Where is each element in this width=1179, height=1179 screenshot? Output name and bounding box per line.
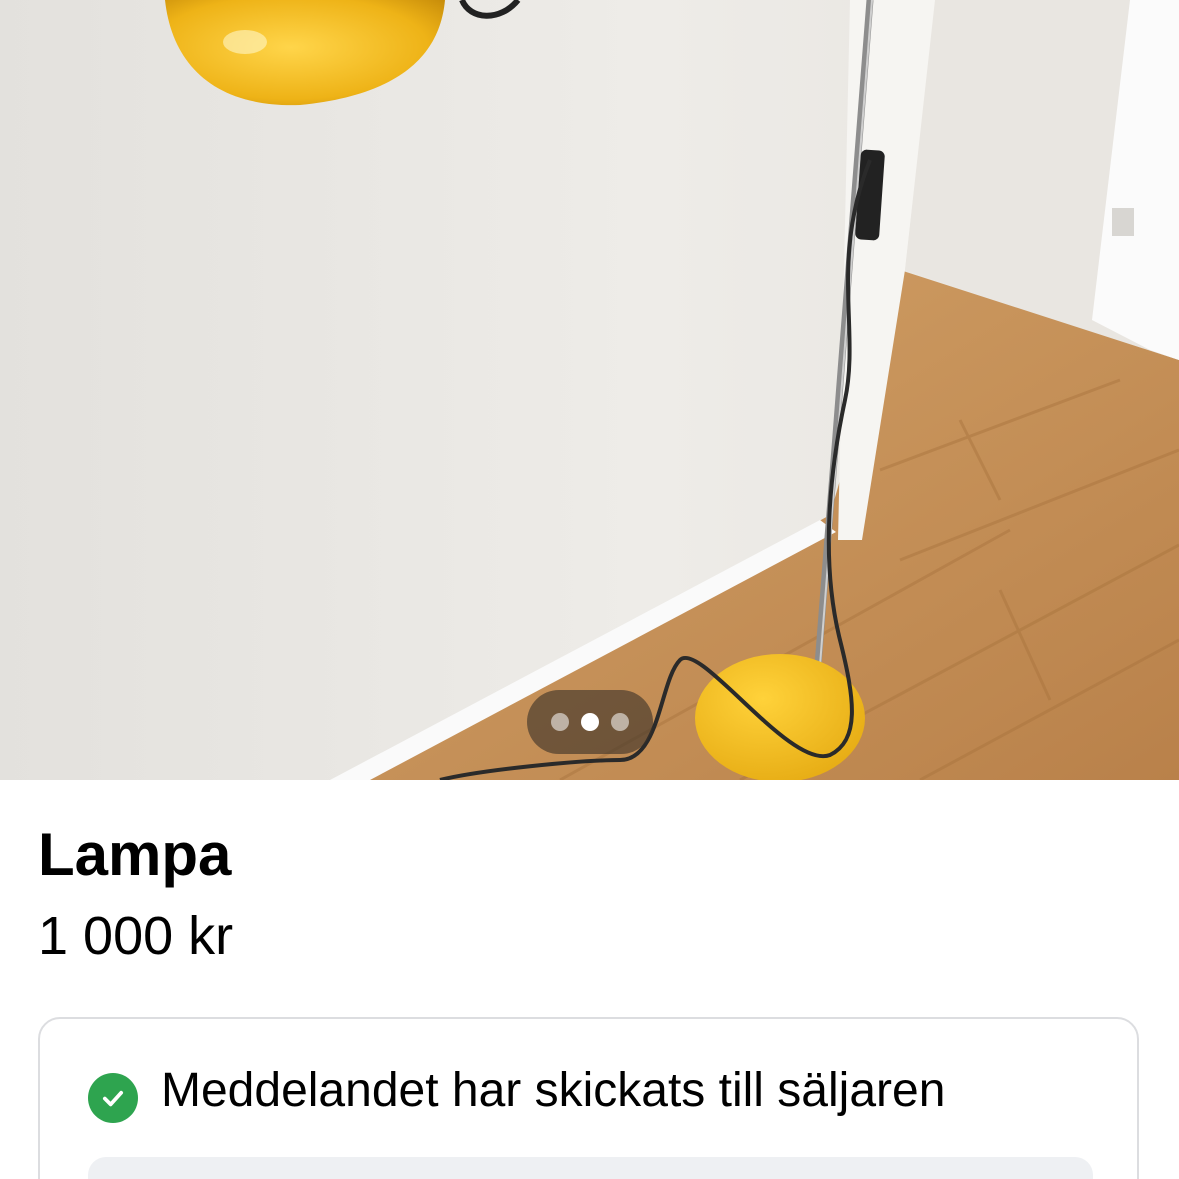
message-sent-text: Meddelandet har skickats till säljaren [161,1064,946,1117]
message-field[interactable] [88,1157,1093,1179]
lamp-photo-image [0,0,1179,780]
carousel-dot-2-active[interactable] [581,713,599,731]
check-circle-icon [88,1073,138,1123]
listing-page: Lampa 1 000 kr Meddelandet har skickats … [0,0,1179,1179]
listing-photo[interactable] [0,0,1179,780]
carousel-dot-1[interactable] [551,713,569,731]
listing-price: 1 000 kr [38,906,234,966]
carousel-pager[interactable] [527,690,653,754]
listing-title: Lampa [38,821,232,888]
carousel-dot-3[interactable] [611,713,629,731]
message-status-card: Meddelandet har skickats till säljaren [38,1017,1139,1179]
